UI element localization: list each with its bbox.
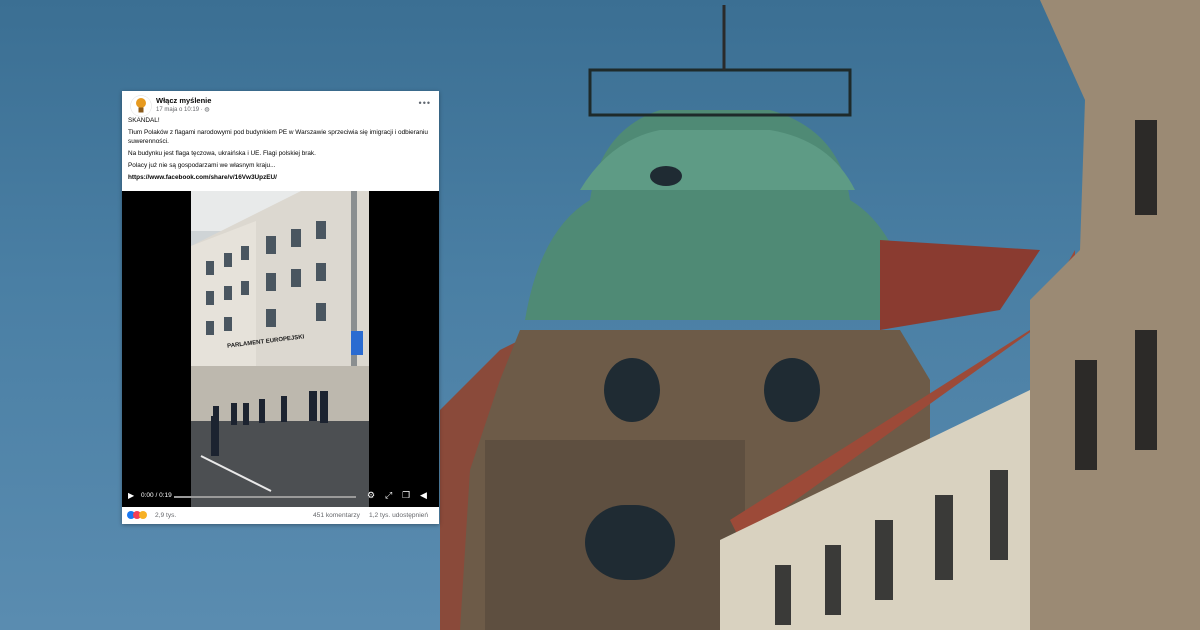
- picture-in-picture-icon[interactable]: ❐: [402, 490, 410, 501]
- facebook-post: Włącz myślenie 17 maja o 10:19 · ◍ ••• S…: [122, 91, 439, 524]
- fullscreen-expand-icon[interactable]: ⤢: [385, 490, 392, 501]
- page-name-link[interactable]: Włącz myślenie: [156, 96, 211, 105]
- video-time: 0:00 / 0:19: [141, 492, 172, 499]
- haha-icon: [139, 511, 147, 519]
- video-progress-bar[interactable]: [174, 496, 356, 498]
- volume-icon[interactable]: ◀: [420, 490, 427, 501]
- page-avatar[interactable]: [130, 95, 152, 117]
- globe-icon: ◍: [204, 107, 210, 113]
- post-text: SKANDAL! Tłum Polaków z flagami narodowy…: [128, 116, 431, 185]
- play-icon[interactable]: ▶: [128, 491, 134, 500]
- reaction-emoji-icons[interactable]: [127, 511, 147, 521]
- comment-count[interactable]: 451 komentarzy: [313, 512, 360, 519]
- post-paragraph: SKANDAL!: [128, 117, 160, 124]
- post-timestamp[interactable]: 17 maja o 10:19 · ◍: [156, 106, 210, 113]
- share-count[interactable]: 1,2 tys. udostępnień: [369, 512, 428, 519]
- video-controls: ▶ 0:00 / 0:19 ⚙ ⤢ ❐ ◀: [122, 487, 439, 507]
- video-player[interactable]: PARLAMENT EUROPEJSKI ▶ 0:00 / 0:19 ⚙ ⤢ ❐…: [122, 191, 439, 507]
- reaction-count[interactable]: 2,9 tys.: [155, 512, 176, 519]
- post-paragraph: Tłum Polaków z flagami narodowymi pod bu…: [128, 129, 428, 145]
- post-paragraph: Polacy już nie są gospodarzami we własny…: [128, 162, 276, 169]
- reactions-bar: 2,9 tys. 451 komentarzy 1,2 tys. udostęp…: [122, 509, 439, 523]
- timestamp-text: 17 maja o 10:19 ·: [156, 107, 205, 113]
- lightbulb-head-icon: [130, 95, 152, 117]
- post-header: Włącz myślenie 17 maja o 10:19 · ◍ •••: [128, 95, 433, 117]
- post-paragraph: Na budynku jest flaga tęczowa, ukraińska…: [128, 150, 316, 157]
- video-frame: PARLAMENT EUROPEJSKI: [191, 191, 369, 507]
- more-options-icon[interactable]: •••: [419, 98, 431, 108]
- settings-gear-icon[interactable]: ⚙: [367, 490, 375, 501]
- shared-link[interactable]: https://www.facebook.com/share/v/16Vw3Up…: [128, 173, 431, 182]
